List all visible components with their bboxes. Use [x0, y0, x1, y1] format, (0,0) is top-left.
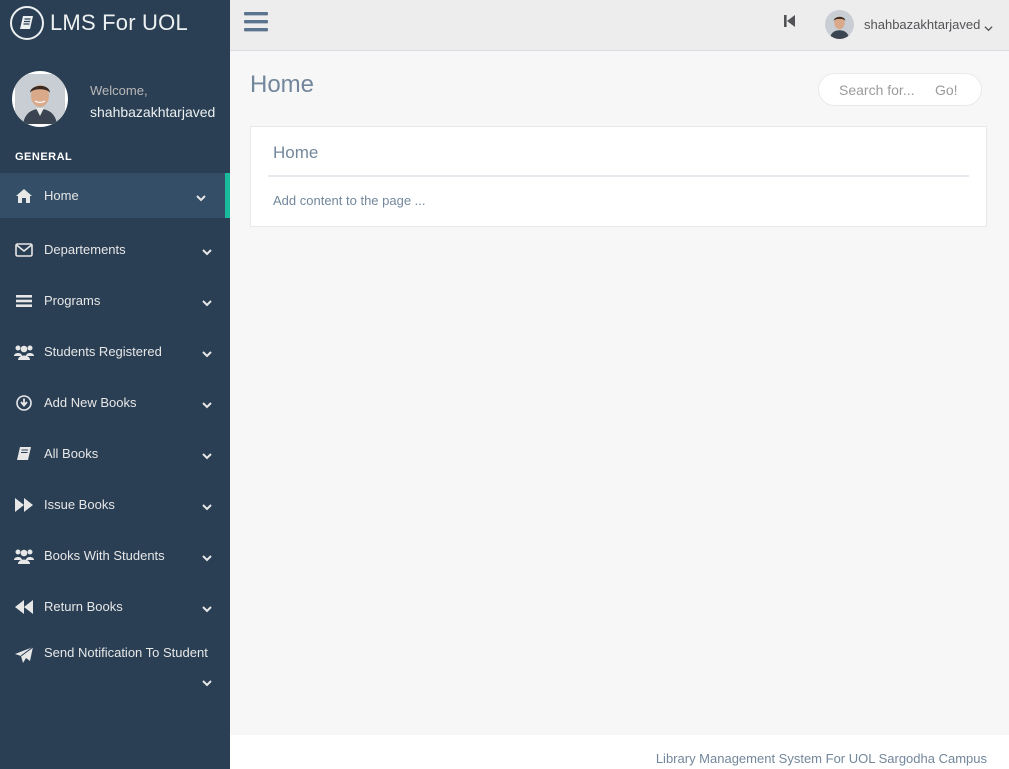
sidebar-item-return-books[interactable]: Return Books — [0, 581, 230, 632]
home-icon — [14, 186, 34, 206]
sidebar-item-label: Return Books — [44, 599, 123, 614]
download-icon — [14, 393, 34, 413]
footer-text: Library Management System For UOL Sargod… — [655, 751, 987, 766]
chevron-down-icon — [196, 191, 206, 201]
search-go-button[interactable]: Go! — [929, 82, 958, 98]
sidebar-item-label: Books With Students — [44, 548, 165, 563]
avatar — [825, 9, 854, 39]
envelope-icon — [14, 240, 34, 260]
user-profile-dropdown[interactable]: shahbazakhtarjaved — [825, 8, 993, 40]
book-icon — [10, 6, 44, 40]
sidebar: LMS For UOL Welcome, shahbazakhtarjaved … — [0, 0, 230, 769]
footer: Library Management System For UOL Sargod… — [230, 735, 1009, 769]
paper-plane-icon — [14, 645, 34, 665]
panel-title: Home — [273, 143, 319, 162]
menu-section-title: GENERAL — [15, 151, 73, 163]
side-menu: Home Departements Programs Students Regi… — [0, 173, 230, 692]
main-content: Home Go! Home Add content to the page ..… — [230, 51, 1009, 735]
sidebar-item-label: Send Notification To Student — [44, 645, 208, 660]
sidebar-item-label: Add New Books — [44, 395, 137, 410]
backward-icon — [14, 597, 34, 617]
sidebar-item-label: Programs — [44, 293, 101, 308]
chevron-down-icon — [202, 602, 212, 612]
chevron-down-icon — [984, 20, 993, 31]
search-input[interactable] — [819, 81, 929, 98]
brand[interactable]: LMS For UOL — [0, 0, 230, 46]
chevron-down-icon — [202, 347, 212, 357]
sidebar-item-label: All Books — [44, 446, 99, 461]
users-icon — [14, 546, 34, 566]
sidebar-item-programs[interactable]: Programs — [0, 275, 230, 326]
chevron-down-icon — [202, 296, 212, 306]
sidebar-item-label: Students Registered — [44, 344, 162, 359]
list-icon — [14, 291, 34, 311]
book-icon — [14, 444, 34, 464]
sidebar-item-all-books[interactable]: All Books — [0, 428, 230, 479]
sidebar-item-label: Issue Books — [44, 497, 115, 512]
chevron-down-icon — [202, 551, 212, 561]
profile-name: shahbazakhtarjaved — [90, 104, 216, 120]
user-name: shahbazakhtarjaved — [864, 16, 981, 32]
sidebar-item-issue-books[interactable]: Issue Books — [0, 479, 230, 530]
sidebar-item-home[interactable]: Home — [0, 173, 230, 218]
chevron-down-icon — [202, 449, 212, 459]
fast-forward-icon — [14, 495, 34, 515]
sidebar-item-books-with-students[interactable]: Books With Students — [0, 530, 230, 581]
panel-divider — [268, 175, 969, 177]
menu-toggle-icon[interactable] — [244, 11, 270, 35]
chevron-down-icon — [202, 500, 212, 510]
welcome-text: Welcome, — [90, 83, 148, 98]
sidebar-item-add-new-books[interactable]: Add New Books — [0, 377, 230, 428]
chevron-down-icon — [202, 245, 212, 255]
page-title: Home — [250, 71, 315, 98]
step-backward-icon[interactable] — [784, 14, 798, 28]
app-title: LMS For UOL — [50, 10, 188, 35]
panel-content: Add content to the page ... — [273, 193, 426, 208]
chevron-down-icon — [202, 398, 212, 408]
sidebar-item-send-notification[interactable]: Send Notification To Student — [0, 632, 230, 692]
search-group: Go! — [818, 73, 982, 106]
sidebar-item-label: Departements — [44, 242, 126, 257]
content-panel: Home Add content to the page ... — [250, 126, 987, 227]
sidebar-item-students-registered[interactable]: Students Registered — [0, 326, 230, 377]
sidebar-item-departements[interactable]: Departements — [0, 224, 230, 275]
users-icon — [14, 342, 34, 362]
sidebar-item-label: Home — [44, 188, 79, 203]
chevron-down-icon — [202, 676, 212, 687]
avatar — [12, 71, 68, 127]
top-nav: shahbazakhtarjaved — [230, 0, 1009, 51]
